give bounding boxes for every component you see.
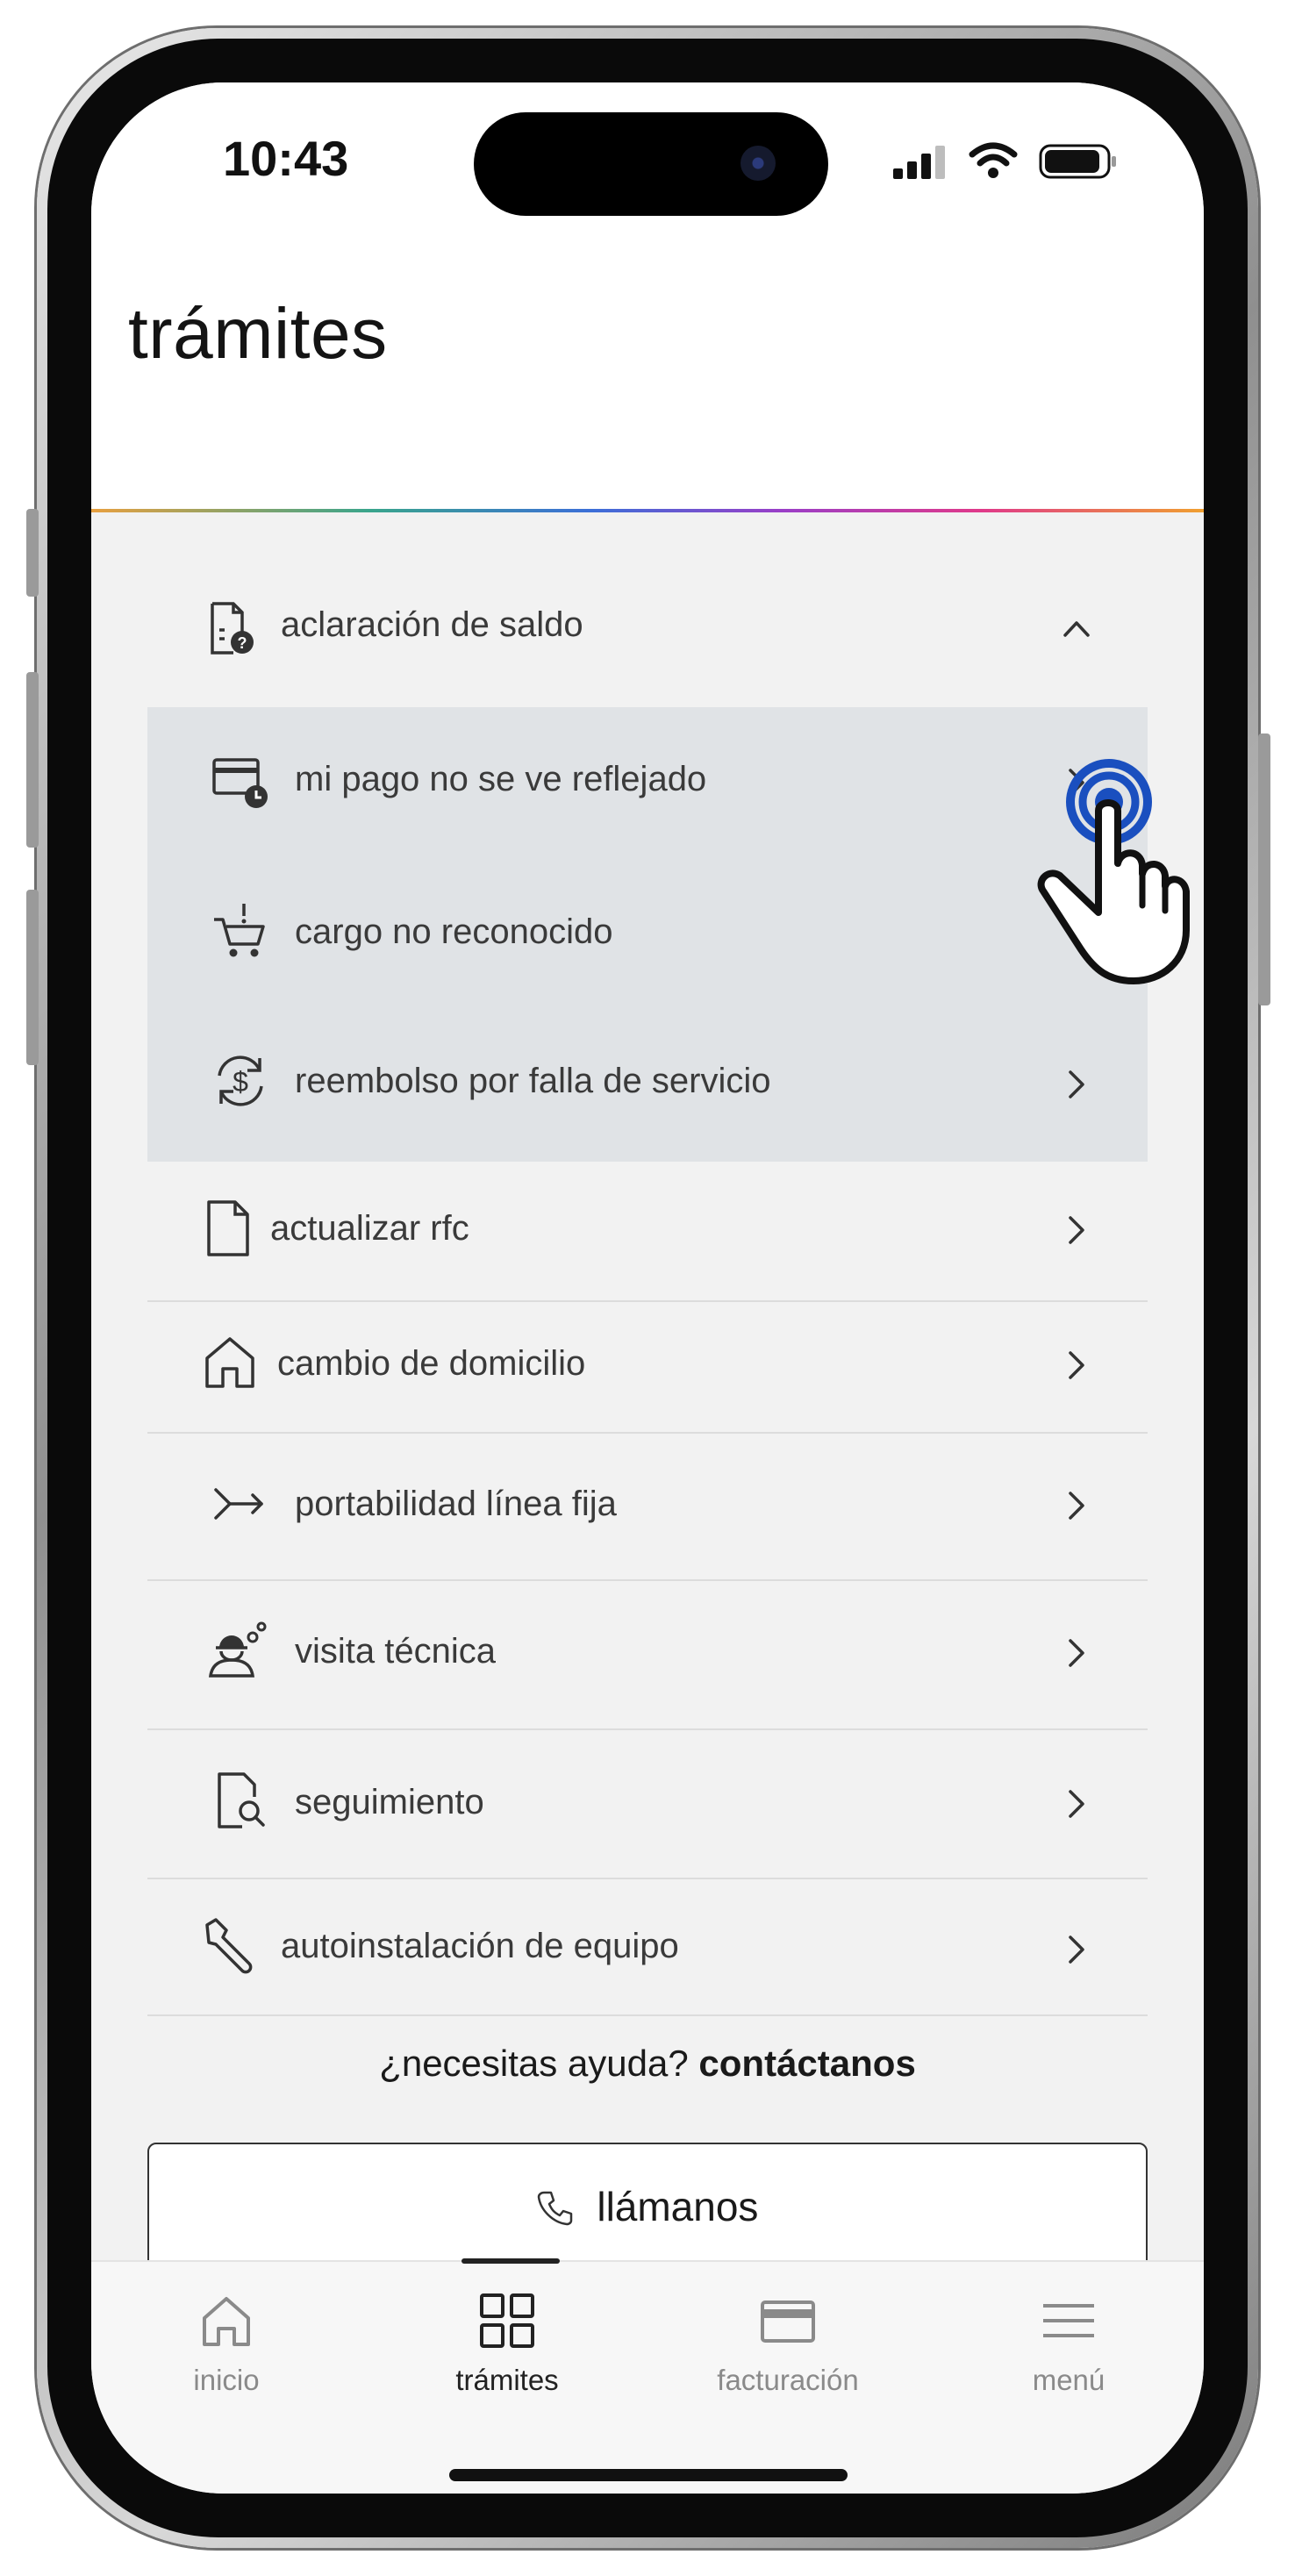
chevron-right-icon bbox=[1069, 1936, 1084, 1964]
tab-label: inicio bbox=[193, 2364, 260, 2396]
chevron-right-icon bbox=[1069, 1070, 1084, 1098]
page-title: trámites bbox=[128, 294, 388, 374]
tab-facturacion[interactable]: facturación bbox=[674, 2290, 902, 2397]
tab-menu[interactable]: menú bbox=[955, 2290, 1183, 2397]
merge-arrow-icon bbox=[214, 1488, 263, 1520]
submenu-item-reembolso[interactable]: $ reembolso por falla de servicio bbox=[147, 1051, 1148, 1114]
divider bbox=[147, 1300, 1148, 1302]
list-item-visita-tecnica[interactable]: visita técnica bbox=[147, 1621, 1148, 1683]
wifi-icon bbox=[969, 142, 1018, 178]
accordion-aclaracion-de-saldo[interactable]: ? aclaración de saldo bbox=[147, 598, 1148, 660]
contact-link[interactable]: contáctanos bbox=[698, 2043, 915, 2084]
accordion-submenu: mi pago no se ve reflejado cargo no reco… bbox=[147, 707, 1148, 1162]
accordion-label: aclaración de saldo bbox=[281, 605, 583, 644]
call-button-content: llámanos bbox=[149, 2183, 1146, 2230]
card-icon bbox=[761, 2301, 815, 2343]
list-item-label: autoinstalación de equipo bbox=[281, 1927, 679, 1965]
chevron-right-icon bbox=[1069, 1639, 1084, 1667]
chevron-right-icon bbox=[1069, 1351, 1084, 1379]
cart-alert-icon bbox=[214, 904, 265, 957]
help-text: ¿necesitas ayuda? contáctanos bbox=[91, 2043, 1204, 2085]
home-icon bbox=[205, 1337, 254, 1388]
camera-icon bbox=[741, 146, 776, 181]
action-button bbox=[26, 509, 39, 597]
list-item-label: portabilidad línea fija bbox=[295, 1485, 617, 1523]
header-gradient-divider bbox=[91, 509, 1204, 512]
list-item-label: visita técnica bbox=[295, 1632, 496, 1671]
home-indicator[interactable] bbox=[449, 2469, 848, 2481]
volume-up-button bbox=[26, 672, 39, 848]
tap-gesture-icon bbox=[1037, 759, 1190, 984]
list-item-label: cambio de domicilio bbox=[277, 1344, 586, 1383]
technician-icon bbox=[208, 1621, 267, 1678]
list-item-autoinstalacion[interactable]: autoinstalación de equipo bbox=[147, 1916, 1148, 1978]
power-button bbox=[1258, 733, 1270, 1005]
submenu-item-mi-pago[interactable]: mi pago no se ve reflejado bbox=[147, 751, 1148, 814]
active-tab-indicator bbox=[461, 2258, 560, 2264]
divider bbox=[147, 2014, 1148, 2016]
svg-text:$: $ bbox=[233, 1066, 248, 1098]
chevron-right-icon bbox=[1069, 1492, 1084, 1520]
tab-label: menú bbox=[1032, 2364, 1105, 2396]
divider bbox=[147, 1432, 1148, 1434]
list-item-actualizar-rfc[interactable]: actualizar rfc bbox=[147, 1199, 1148, 1260]
list-item-portabilidad[interactable]: portabilidad línea fija bbox=[147, 1472, 1148, 1534]
wrench-icon bbox=[205, 1918, 253, 1974]
tab-label: trámites bbox=[455, 2364, 559, 2396]
phone-icon bbox=[537, 2191, 572, 2226]
tab-inicio[interactable]: inicio bbox=[112, 2290, 340, 2397]
grid-icon bbox=[480, 2293, 534, 2348]
page-header: trámites bbox=[91, 258, 1204, 512]
chevron-right-icon bbox=[1069, 1790, 1084, 1818]
list-item-cambio-domicilio[interactable]: cambio de domicilio bbox=[147, 1332, 1148, 1393]
divider bbox=[147, 1728, 1148, 1730]
submenu-item-label: mi pago no se ve reflejado bbox=[295, 760, 707, 798]
card-clock-icon bbox=[212, 758, 268, 808]
chevron-right-icon bbox=[1069, 1216, 1084, 1244]
divider bbox=[147, 1878, 1148, 1879]
chevron-up-icon[interactable] bbox=[1062, 611, 1091, 646]
submenu-item-label: cargo no reconocido bbox=[295, 912, 613, 951]
status-time: 10:43 bbox=[223, 131, 349, 186]
call-button-label: llámanos bbox=[597, 2184, 759, 2229]
submenu-item-cargo[interactable]: cargo no reconocido bbox=[147, 902, 1148, 965]
help-question: ¿necesitas ayuda? bbox=[379, 2043, 689, 2084]
list-item-label: actualizar rfc bbox=[270, 1209, 469, 1248]
submenu-item-label: reembolso por falla de servicio bbox=[295, 1062, 771, 1100]
svg-text:?: ? bbox=[238, 634, 247, 652]
volume-down-button bbox=[26, 890, 39, 1065]
list-item-label: seguimiento bbox=[295, 1783, 484, 1821]
home-icon bbox=[203, 2297, 250, 2346]
divider bbox=[147, 1579, 1148, 1581]
list-item-seguimiento[interactable]: seguimiento bbox=[147, 1771, 1148, 1832]
document-question-icon: ? bbox=[211, 602, 254, 655]
tab-label: facturación bbox=[717, 2364, 859, 2396]
screen: 10:43 trámites ? aclaración de saldo mi … bbox=[91, 82, 1204, 2494]
hamburger-icon bbox=[1043, 2304, 1094, 2337]
status-bar: 10:43 bbox=[91, 82, 1204, 258]
tab-tramites[interactable]: trámites bbox=[393, 2290, 621, 2397]
tab-bar: inicio trámites facturación menú bbox=[91, 2258, 1204, 2494]
refund-dollar-icon: $ bbox=[218, 1055, 263, 1106]
document-search-icon bbox=[218, 1772, 265, 1828]
battery-icon bbox=[1039, 144, 1116, 179]
signal-icon bbox=[893, 146, 945, 179]
document-icon bbox=[207, 1200, 249, 1256]
